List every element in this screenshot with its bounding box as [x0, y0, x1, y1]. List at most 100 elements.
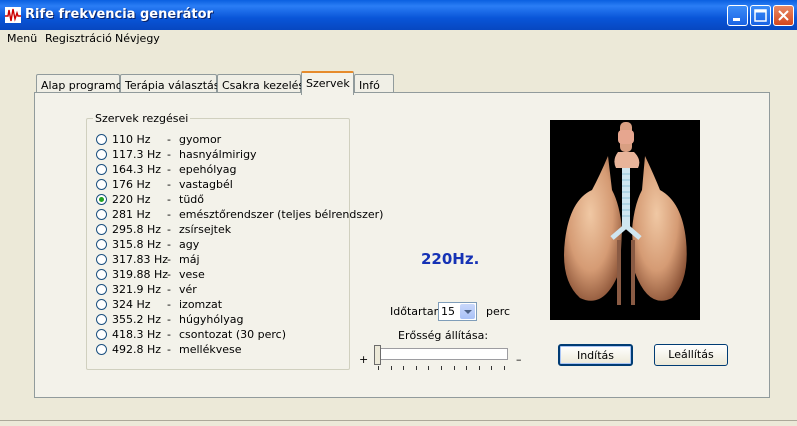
radio-button[interactable] [96, 224, 107, 235]
slider-tick [428, 366, 430, 370]
title-bar[interactable]: Rife frekvencia generátor [0, 0, 797, 30]
organ-label: vese [179, 268, 205, 281]
radio-button[interactable] [96, 209, 107, 220]
organ-label: izomzat [179, 298, 223, 311]
radio-button[interactable] [96, 329, 107, 340]
separator-dash: - [167, 163, 171, 176]
maximize-icon [754, 9, 767, 22]
organ-label: agy [179, 238, 200, 251]
radio-button[interactable] [96, 239, 107, 250]
separator-dash: - [167, 133, 171, 146]
radio-button[interactable] [96, 149, 107, 160]
tab-organs[interactable]: Szervek [301, 71, 354, 95]
organ-label: csontozat (30 perc) [179, 328, 287, 341]
strength-plus: + [359, 353, 369, 366]
menu-item-menu[interactable]: Menü [7, 32, 37, 45]
organ-label: máj [179, 253, 200, 266]
slider-tick [403, 366, 405, 370]
menu-item-about[interactable]: Névjegy [115, 32, 160, 45]
organ-label: húgyhólyag [179, 313, 244, 326]
radio-button[interactable] [96, 164, 107, 175]
organ-label: epehólyag [179, 163, 237, 176]
frequency-label: 220 Hz [112, 193, 151, 206]
frequency-label: 110 Hz [112, 133, 151, 146]
separator-dash: - [167, 253, 171, 266]
separator-dash: - [167, 343, 171, 356]
radio-button[interactable] [96, 254, 107, 265]
frequency-label: 324 Hz [112, 298, 151, 311]
separator-dash: - [167, 298, 171, 311]
maximize-button[interactable] [750, 5, 771, 26]
organ-label: vér [179, 283, 197, 296]
group-title: Szervek rezgései [93, 112, 191, 125]
minimize-button[interactable] [727, 5, 748, 26]
organ-label: mellékvese [179, 343, 242, 356]
slider-tick [453, 366, 455, 370]
frequency-label: 492.8 Hz [112, 343, 162, 356]
strength-label: Erősség állítása: [398, 329, 489, 342]
duration-value: 15 [441, 305, 455, 318]
frequency-label: 295.8 Hz [112, 223, 162, 236]
separator-dash: - [167, 223, 171, 236]
separator-dash: - [167, 238, 171, 251]
close-button[interactable] [773, 5, 794, 26]
slider-tick [478, 366, 480, 370]
radio-button[interactable] [96, 284, 107, 295]
menu-bar: Menü Regisztráció Névjegy [0, 30, 797, 49]
bottom-divider [0, 420, 797, 421]
radio-button[interactable] [96, 314, 107, 325]
frequency-label: 319.88 Hz [112, 268, 169, 281]
duration-unit: perc [486, 305, 511, 318]
selected-frequency-display: 220Hz. [421, 250, 480, 268]
stop-button[interactable]: Leállítás [654, 344, 728, 366]
separator-dash: - [167, 283, 171, 296]
organ-label: zsírsejtek [179, 223, 232, 236]
chevron-down-icon[interactable] [460, 304, 475, 319]
close-icon [778, 10, 789, 21]
frequency-label: 117.3 Hz [112, 148, 162, 161]
separator-dash: - [167, 208, 171, 221]
separator-dash: - [167, 313, 171, 326]
radio-button[interactable] [96, 194, 107, 205]
separator-dash: - [167, 148, 171, 161]
radio-button[interactable] [96, 134, 107, 145]
slider-tick [491, 366, 493, 370]
strength-slider-thumb[interactable] [374, 345, 381, 365]
organ-label: hasnyálmirigy [179, 148, 257, 161]
start-button[interactable]: Indítás [558, 344, 633, 366]
organ-label: gyomor [179, 133, 222, 146]
slider-tick [415, 366, 417, 370]
radio-button[interactable] [96, 179, 107, 190]
separator-dash: - [167, 178, 171, 191]
strength-slider-track[interactable] [380, 348, 508, 360]
slider-tick [504, 366, 505, 370]
separator-dash: - [167, 328, 171, 341]
separator-dash: - [167, 193, 171, 206]
duration-select[interactable]: 15 [438, 302, 477, 321]
frequency-label: 164.3 Hz [112, 163, 162, 176]
lungs-illustration-icon [564, 122, 687, 305]
radio-button[interactable] [96, 269, 107, 280]
frequency-label: 317.83 Hz [112, 253, 169, 266]
radio-button[interactable] [96, 344, 107, 355]
organ-label: vastagbél [179, 178, 233, 191]
minimize-icon [733, 18, 740, 21]
frequency-label: 281 Hz [112, 208, 151, 221]
separator-dash: - [167, 268, 171, 281]
strength-minus: – [516, 353, 522, 366]
organ-label: emésztőrendszer (teljes bélrendszer) [179, 208, 384, 221]
window-title: Rife frekvencia generátor [25, 7, 213, 22]
radio-button[interactable] [96, 299, 107, 310]
app-waveform-icon [5, 7, 21, 23]
frequency-label: 418.3 Hz [112, 328, 162, 341]
slider-tick [378, 366, 379, 370]
frequency-label: 315.8 Hz [112, 238, 162, 251]
lungs-image [550, 120, 700, 320]
organ-label: tüdő [179, 193, 204, 206]
menu-item-registration[interactable]: Regisztráció [45, 32, 112, 45]
frequency-label: 176 Hz [112, 178, 151, 191]
slider-tick [441, 366, 442, 370]
frequency-label: 355.2 Hz [112, 313, 162, 326]
frequency-label: 321.9 Hz [112, 283, 162, 296]
slider-tick [390, 366, 392, 370]
